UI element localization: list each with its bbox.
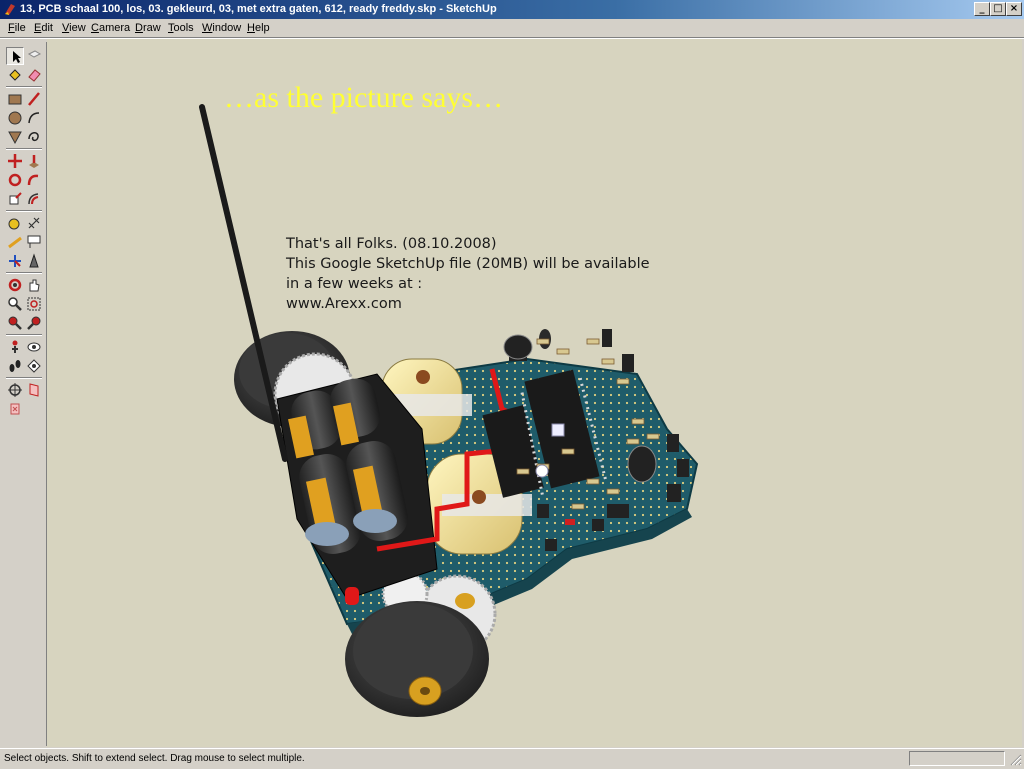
arc-icon[interactable] (25, 109, 43, 127)
toolbar-separator (6, 86, 42, 88)
toolbar-separator (6, 148, 42, 150)
select-tool-icon[interactable] (6, 47, 24, 65)
paint-bucket-icon[interactable] (6, 66, 24, 84)
toolbar-separator (6, 272, 42, 274)
axes-icon[interactable] (6, 252, 24, 270)
menu-bar: File Edit View Camera Draw Tools Window … (0, 19, 1024, 37)
circle-icon[interactable] (6, 109, 24, 127)
walk-icon[interactable] (6, 357, 24, 375)
position-camera-icon[interactable] (6, 338, 24, 356)
protractor-icon[interactable] (6, 233, 24, 251)
polygon-icon[interactable] (6, 128, 24, 146)
menu-tools[interactable]: Tools (168, 22, 194, 34)
offset-icon[interactable] (25, 190, 43, 208)
menu-camera[interactable]: Camera (91, 22, 130, 34)
eraser-icon[interactable] (25, 66, 43, 84)
note-line: This Google SketchUp file (20MB) will be… (286, 256, 650, 272)
menu-window[interactable]: Window (202, 22, 241, 34)
note-line: www.Arexx.com (286, 296, 402, 312)
menu-view[interactable]: View (62, 22, 86, 34)
window-title: 13, PCB schaal 100, los, 03. gekleurd, 0… (20, 3, 497, 15)
freehand-icon[interactable] (25, 128, 43, 146)
status-bar: Select objects. Shift to extend select. … (0, 748, 1024, 769)
sketchup-app-icon[interactable] (3, 2, 17, 16)
section-plane-icon[interactable] (25, 357, 43, 375)
look-around-icon[interactable] (25, 338, 43, 356)
title-bar: 13, PCB schaal 100, los, 03. gekleurd, 0… (0, 0, 1024, 19)
resize-grip-icon[interactable] (1008, 752, 1022, 766)
previous-view-icon[interactable] (6, 314, 24, 332)
info-note: That's all Folks. (08.10.2008) This Goog… (286, 234, 650, 314)
text-icon[interactable] (25, 233, 43, 251)
menu-help[interactable]: Help (247, 22, 270, 34)
tape-measure-icon[interactable] (6, 214, 24, 232)
minimize-button[interactable]: _ (974, 2, 990, 16)
robot-pcb-3d-model[interactable] (47, 39, 1022, 747)
scale-icon[interactable] (6, 190, 24, 208)
toolbar-separator (6, 377, 42, 379)
section-cut-icon[interactable] (6, 400, 24, 418)
maximize-button[interactable]: □ (990, 2, 1006, 16)
zoom-extents-icon[interactable] (6, 381, 24, 399)
orbit-icon[interactable] (6, 276, 24, 294)
push-pull-icon[interactable] (25, 152, 43, 170)
zoom-icon[interactable] (6, 295, 24, 313)
sandbox-icon[interactable] (25, 381, 43, 399)
line-icon[interactable] (25, 90, 43, 108)
zoom-window-icon[interactable] (25, 295, 43, 313)
menu-edit[interactable]: Edit (34, 22, 53, 34)
status-text: Select objects. Shift to extend select. … (4, 753, 305, 764)
menu-draw[interactable]: Draw (135, 22, 161, 34)
menu-file[interactable]: File (8, 22, 26, 34)
move-icon[interactable] (6, 152, 24, 170)
follow-me-icon[interactable] (25, 171, 43, 189)
viewport-heading-text: …as the picture says… (224, 81, 504, 114)
dimension-icon[interactable] (25, 214, 43, 232)
drawing-viewport[interactable]: …as the picture says… That's all Folks. … (47, 39, 1022, 747)
note-line: That's all Folks. (08.10.2008) (286, 236, 497, 252)
measurements-box[interactable] (909, 751, 1005, 766)
rectangle-icon[interactable] (6, 90, 24, 108)
large-tool-set-toolbar (2, 42, 47, 746)
3d-text-icon[interactable] (25, 252, 43, 270)
toolbar-separator (6, 334, 42, 336)
make-component-icon[interactable] (25, 47, 43, 65)
note-line: in a few weeks at : (286, 276, 423, 292)
toolbar-separator (6, 210, 42, 212)
close-button[interactable]: × (1006, 2, 1022, 16)
pan-icon[interactable] (25, 276, 43, 294)
next-view-icon[interactable] (25, 314, 43, 332)
rotate-icon[interactable] (6, 171, 24, 189)
